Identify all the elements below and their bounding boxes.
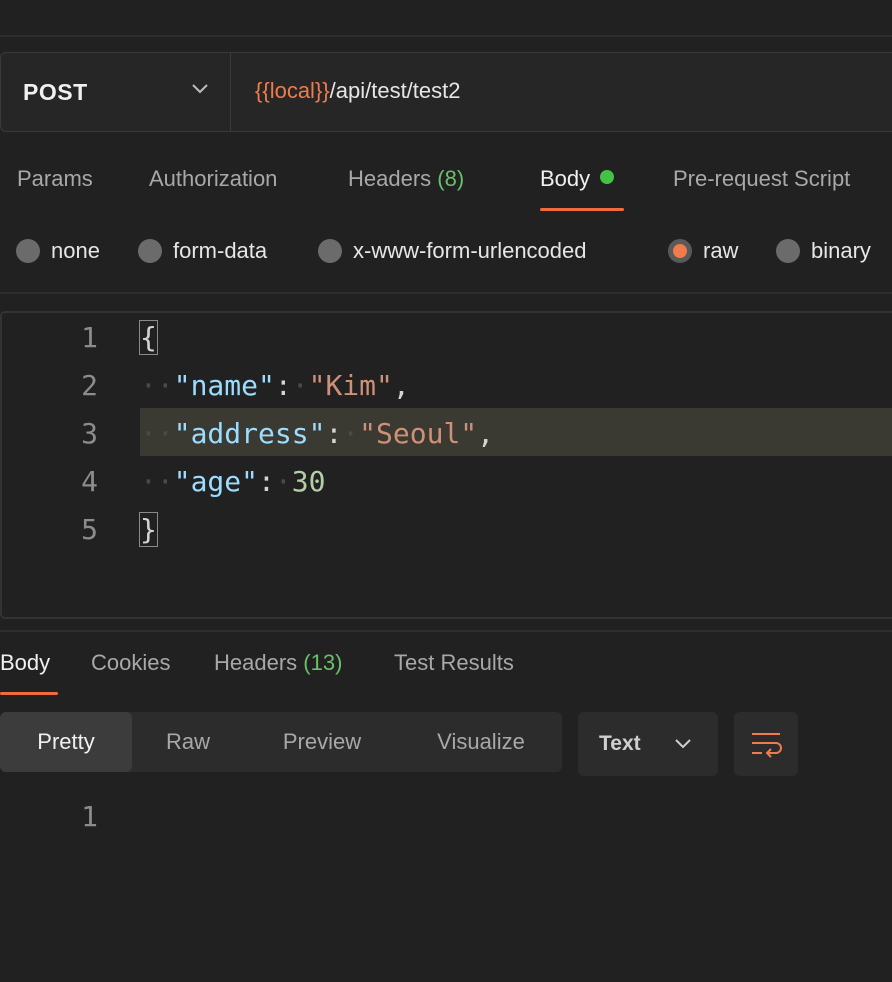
method-selector[interactable]: POST [1,53,231,131]
wrap-lines-icon [752,733,782,758]
response-headers-count: (13) [303,650,343,675]
json-value: 30 [291,465,326,498]
radio-raw-label: raw [703,238,739,263]
line-number: 2 [81,369,98,402]
divider [0,292,892,294]
json-key: "address" [173,417,326,450]
radio-form-data-label: form-data [173,238,268,263]
radio-circle [16,239,40,263]
tab-pre-request-script[interactable]: Pre-request Script [673,166,850,192]
view-pretty-button[interactable]: Pretty [0,712,132,772]
code-line: 4 ··"age":·30 [0,458,892,506]
chevron-down-icon [675,739,691,749]
radio-circle-selected [668,239,692,263]
response-tab-headers-label: Headers [214,650,298,675]
view-preview-button[interactable]: Preview [244,712,400,772]
response-tab-body[interactable]: Body [0,650,50,676]
url-input[interactable]: {{local}}/api/test/test2 [255,78,461,104]
line-number: 1 [81,321,98,354]
json-key: "age" [173,465,259,498]
response-tab-test-results[interactable]: Test Results [394,650,514,676]
method-label: POST [23,78,88,105]
code-line: 5 } [0,506,892,554]
format-label: Text [599,732,641,755]
radio-binary[interactable]: binary [776,238,871,264]
radio-raw[interactable]: raw [668,238,738,264]
tab-body-label: Body [540,166,591,191]
close-brace: } [139,512,158,547]
radio-x-www-form-urlencoded[interactable]: x-www-form-urlencoded [318,238,587,264]
radio-none[interactable]: none [16,238,100,264]
radio-binary-label: binary [811,238,871,263]
active-tab-indicator [540,208,624,211]
tab-params[interactable]: Params [17,166,93,192]
tab-headers-label: Headers [348,166,432,191]
headers-count: (8) [437,166,465,191]
active-response-tab-indicator [0,692,58,695]
url-variable: {{local}} [255,78,330,103]
wrap-lines-button[interactable] [734,712,798,776]
line-number: 4 [81,465,98,498]
url-path: /api/test/test2 [329,78,461,103]
radio-circle [138,239,162,263]
divider [0,630,892,632]
radio-urlencoded-label: x-www-form-urlencoded [353,238,587,263]
tab-headers[interactable]: Headers (8) [348,166,464,192]
format-dropdown[interactable]: Text [578,712,718,776]
json-value: "Seoul" [359,417,478,450]
tab-body[interactable]: Body [540,166,615,192]
code-line: 3 ··"address":·"Seoul", [0,410,892,458]
top-divider [0,35,892,37]
body-status-dot [600,170,615,184]
radio-none-label: none [51,238,100,263]
code-line: 2 ··"name":·"Kim", [0,362,892,410]
radio-form-data[interactable]: form-data [138,238,267,264]
open-brace: { [139,320,158,355]
tab-authorization[interactable]: Authorization [149,166,277,192]
view-visualize-button[interactable]: Visualize [400,712,562,772]
json-key: "name" [173,369,275,402]
code-line: 1 { [0,314,892,362]
json-value: "Kim" [308,369,393,402]
radio-circle [776,239,800,263]
line-number: 5 [81,513,98,546]
response-tab-headers[interactable]: Headers (13) [214,650,342,676]
response-tab-cookies[interactable]: Cookies [91,650,170,676]
radio-circle [318,239,342,263]
line-number: 3 [81,417,98,450]
view-raw-button[interactable]: Raw [132,712,244,772]
chevron-down-icon [192,84,208,94]
response-line-number: 1 [81,800,98,833]
